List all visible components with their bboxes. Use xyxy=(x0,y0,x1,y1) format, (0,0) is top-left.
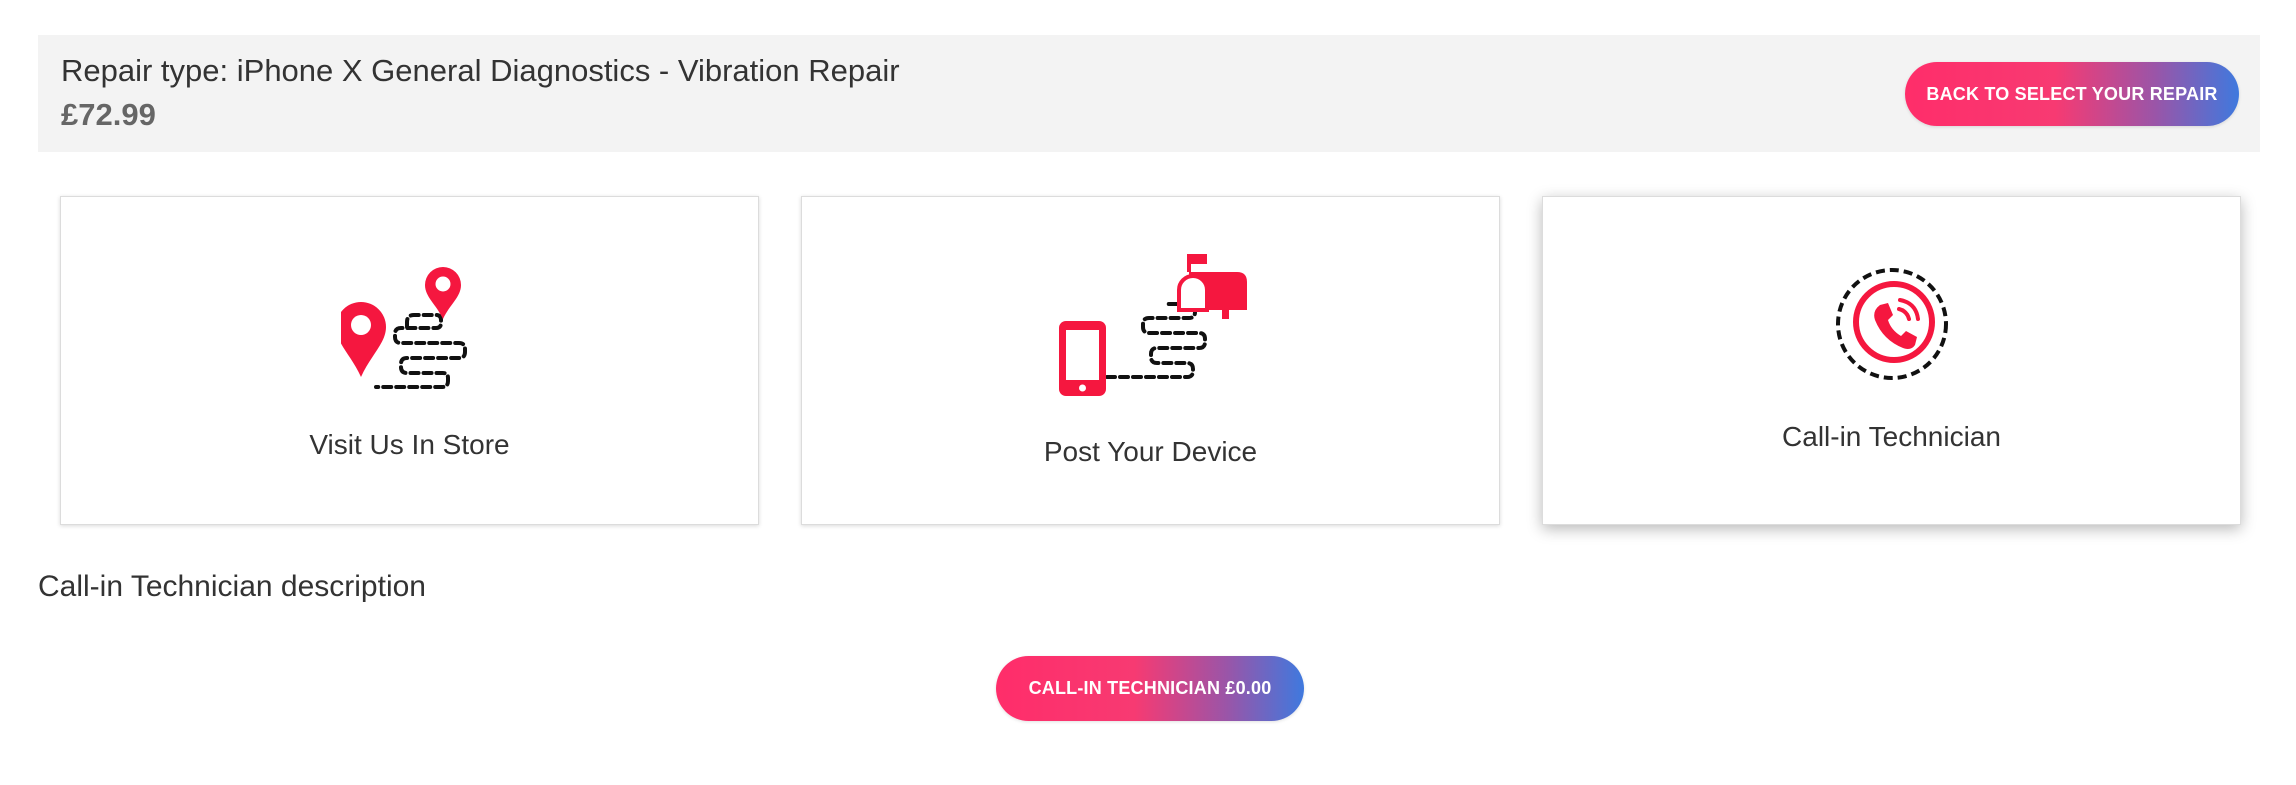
option-description: Call-in Technician description xyxy=(38,570,426,603)
repair-price: £72.99 xyxy=(61,97,156,132)
phone-to-mailbox-icon xyxy=(1059,254,1247,396)
back-to-select-repair-button[interactable]: BACK TO SELECT YOUR REPAIR xyxy=(1905,62,2239,126)
option-card-visit-store[interactable]: Visit Us In Store xyxy=(60,196,759,525)
repair-type-text: Repair type: iPhone X General Diagnostic… xyxy=(61,53,900,88)
option-label: Visit Us In Store xyxy=(309,429,510,460)
call-in-technician-button[interactable]: CALL-IN TECHNICIAN £0.00 xyxy=(996,656,1304,721)
map-route-icon xyxy=(341,267,467,389)
option-label: Post Your Device xyxy=(1043,436,1258,467)
option-card-post-device[interactable]: Post Your Device xyxy=(801,196,1500,525)
option-label: Call-in Technician xyxy=(1782,421,2001,452)
phone-call-icon xyxy=(1836,268,1948,380)
option-card-call-in-technician[interactable]: Call-in Technician xyxy=(1542,196,2241,525)
